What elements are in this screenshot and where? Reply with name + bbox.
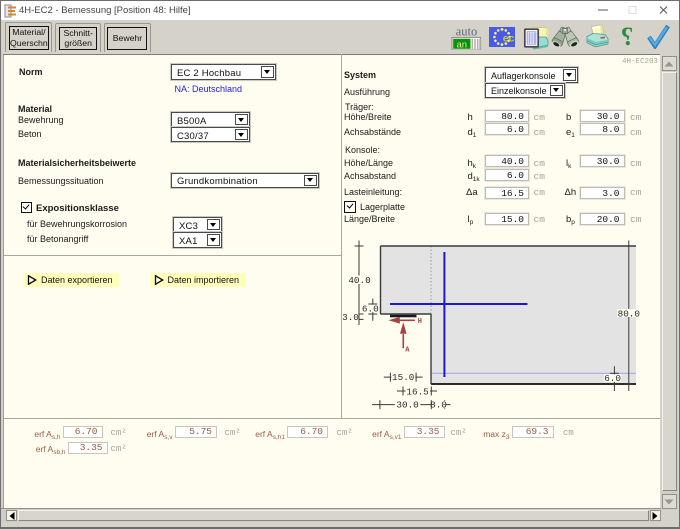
- svg-text:30.0: 30.0: [396, 400, 418, 411]
- svg-text:80.0: 80.0: [618, 308, 640, 319]
- svg-text:an: an: [457, 40, 468, 50]
- svg-text:15.0: 15.0: [392, 372, 414, 383]
- svg-text:16.5: 16.5: [406, 387, 428, 398]
- svg-text:6.0: 6.0: [362, 304, 379, 315]
- svg-text:8.0: 8.0: [430, 400, 447, 411]
- svg-text:ec: ec: [503, 32, 515, 44]
- svg-text:A: A: [405, 346, 410, 354]
- svg-text:40.0: 40.0: [348, 275, 370, 286]
- svg-text:H: H: [418, 318, 422, 326]
- svg-text:6.0: 6.0: [604, 373, 621, 384]
- svg-text:3.0: 3.0: [342, 312, 359, 323]
- svg-text:auto: auto: [456, 25, 478, 39]
